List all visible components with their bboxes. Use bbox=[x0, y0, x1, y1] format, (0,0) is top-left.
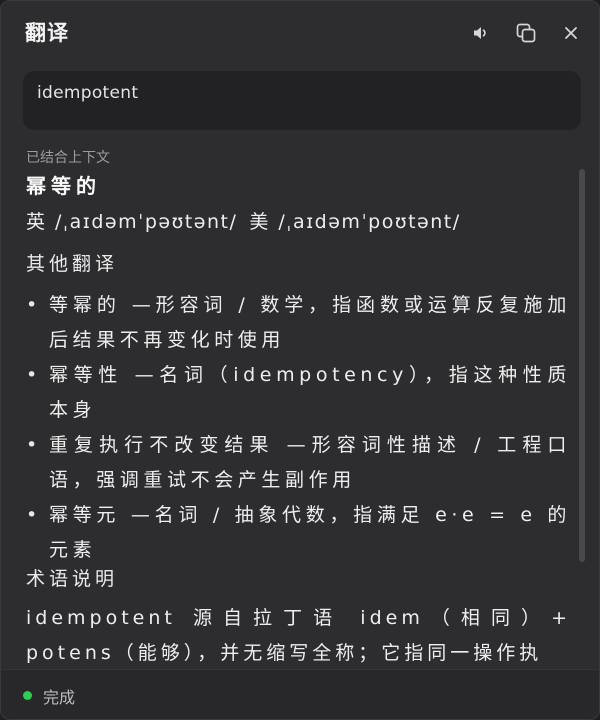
copy-button[interactable] bbox=[514, 21, 538, 45]
source-text-input[interactable]: idempotent bbox=[23, 71, 581, 130]
other-translations-heading: 其他翻译 bbox=[26, 253, 119, 275]
window-title: 翻译 bbox=[25, 21, 69, 45]
title-bar: 翻译 bbox=[1, 1, 599, 63]
close-icon bbox=[563, 25, 579, 41]
speaker-icon bbox=[472, 24, 490, 42]
list-item: 幂等性 —名词（idempotency），指这种性质本身 bbox=[26, 358, 571, 428]
status-bar: 完成 bbox=[1, 669, 599, 719]
uk-label: 英 bbox=[26, 211, 48, 233]
term-notes-heading: 术语说明 bbox=[26, 568, 119, 590]
list-item: 幂等元 —名词 / 抽象代数，指满足 e·e = e 的元素 bbox=[26, 498, 571, 568]
translation-result: 已结合上下文 幂等的 英/ˌaɪdəmˈpəʊtənt/美/ˌaɪdəmˈpoʊ… bbox=[1, 141, 599, 669]
scrollbar-thumb[interactable] bbox=[579, 169, 585, 562]
copy-icon bbox=[515, 22, 537, 44]
status-indicator bbox=[23, 691, 32, 700]
translate-window: 翻译 idempotent 已结合上下文 幂等的 英 /ˌaɪdəmˈpəʊtə… bbox=[0, 0, 600, 720]
speaker-button[interactable] bbox=[469, 21, 493, 45]
other-translations-list: 等幂的 —形容词 / 数学，指函数或运算反复施加后结果不再变化时使用 幂等性 —… bbox=[26, 288, 571, 568]
context-note: 已结合上下文 bbox=[26, 150, 110, 166]
close-button[interactable] bbox=[559, 21, 583, 45]
status-text: 完成 bbox=[43, 688, 76, 707]
us-label: 美 bbox=[249, 211, 271, 233]
uk-phonetic[interactable]: /ˌaɪdəmˈpəʊtənt/ bbox=[55, 211, 237, 233]
list-item: 重复执行不改变结果 —形容词性描述 / 工程口语，强调重试不会产生副作用 bbox=[26, 428, 571, 498]
us-phonetic[interactable]: /ˌaɪdəmˈpoʊtənt/ bbox=[278, 211, 460, 233]
term-notes-text: idempotent 源自拉丁语 idem（相同）+ potens（能够），并无… bbox=[26, 607, 571, 664]
pronunciation-row: 英/ˌaɪdəmˈpəʊtənt/美/ˌaɪdəmˈpoʊtənt/ bbox=[26, 207, 473, 234]
list-item: 等幂的 —形容词 / 数学，指函数或运算反复施加后结果不再变化时使用 bbox=[26, 288, 571, 358]
headword-translation: 幂等的 bbox=[26, 174, 101, 198]
